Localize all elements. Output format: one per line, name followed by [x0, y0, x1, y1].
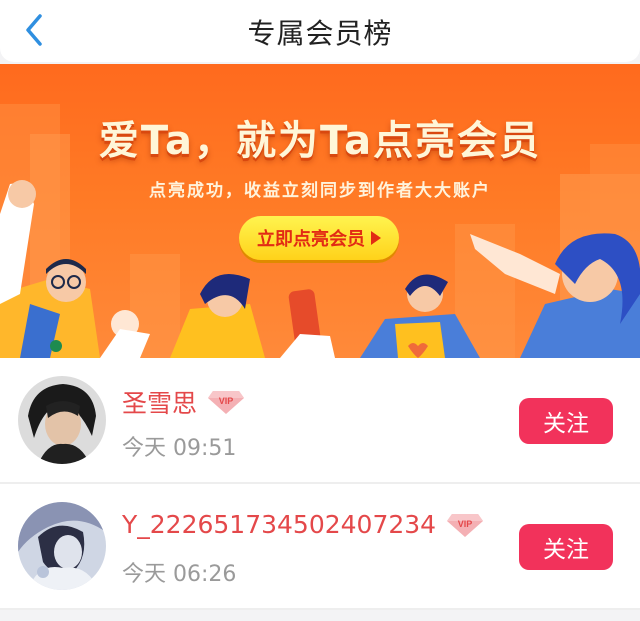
- avatar[interactable]: [18, 376, 106, 464]
- follow-button[interactable]: 关注: [519, 524, 613, 570]
- member-list: 圣雪思 VIP 今天 09:51 关注 Y_222651734502407234: [0, 358, 640, 610]
- list-item[interactable]: 圣雪思 VIP 今天 09:51 关注: [0, 358, 640, 484]
- vip-badge-text: VIP: [458, 519, 473, 529]
- member-name[interactable]: Y_222651734502407234: [122, 510, 436, 539]
- vip-diamond-icon: VIP: [208, 391, 245, 414]
- avatar[interactable]: [18, 502, 106, 590]
- list-item[interactable]: Y_222651734502407234 VIP 今天 06:26 关注: [0, 484, 640, 610]
- cta-label: 立即点亮会员: [257, 229, 365, 250]
- vip-diamond-icon: VIP: [447, 513, 484, 537]
- timestamp: 今天 06:26: [122, 562, 237, 587]
- promo-banner[interactable]: 爱Ta，就为Ta点亮会员 点亮成功，收益立刻同步到作者大大账户 立即点亮会员: [0, 64, 640, 358]
- avatar-photo: [18, 376, 106, 464]
- timestamp: 今天 09:51: [122, 436, 237, 461]
- top-bar: 专属会员榜: [0, 0, 640, 62]
- play-arrow-icon: [371, 231, 381, 245]
- vip-badge-text: VIP: [219, 396, 234, 406]
- avatar-photo: [18, 502, 106, 590]
- page-title: 专属会员榜: [247, 17, 393, 50]
- banner-subtitle: 点亮成功，收益立刻同步到作者大大账户: [149, 181, 491, 201]
- banner-headline: 爱Ta，就为Ta点亮会员: [98, 118, 542, 164]
- member-name[interactable]: 圣雪思: [122, 384, 197, 420]
- light-up-membership-button[interactable]: 立即点亮会员: [239, 216, 399, 260]
- follow-button[interactable]: 关注: [519, 398, 613, 444]
